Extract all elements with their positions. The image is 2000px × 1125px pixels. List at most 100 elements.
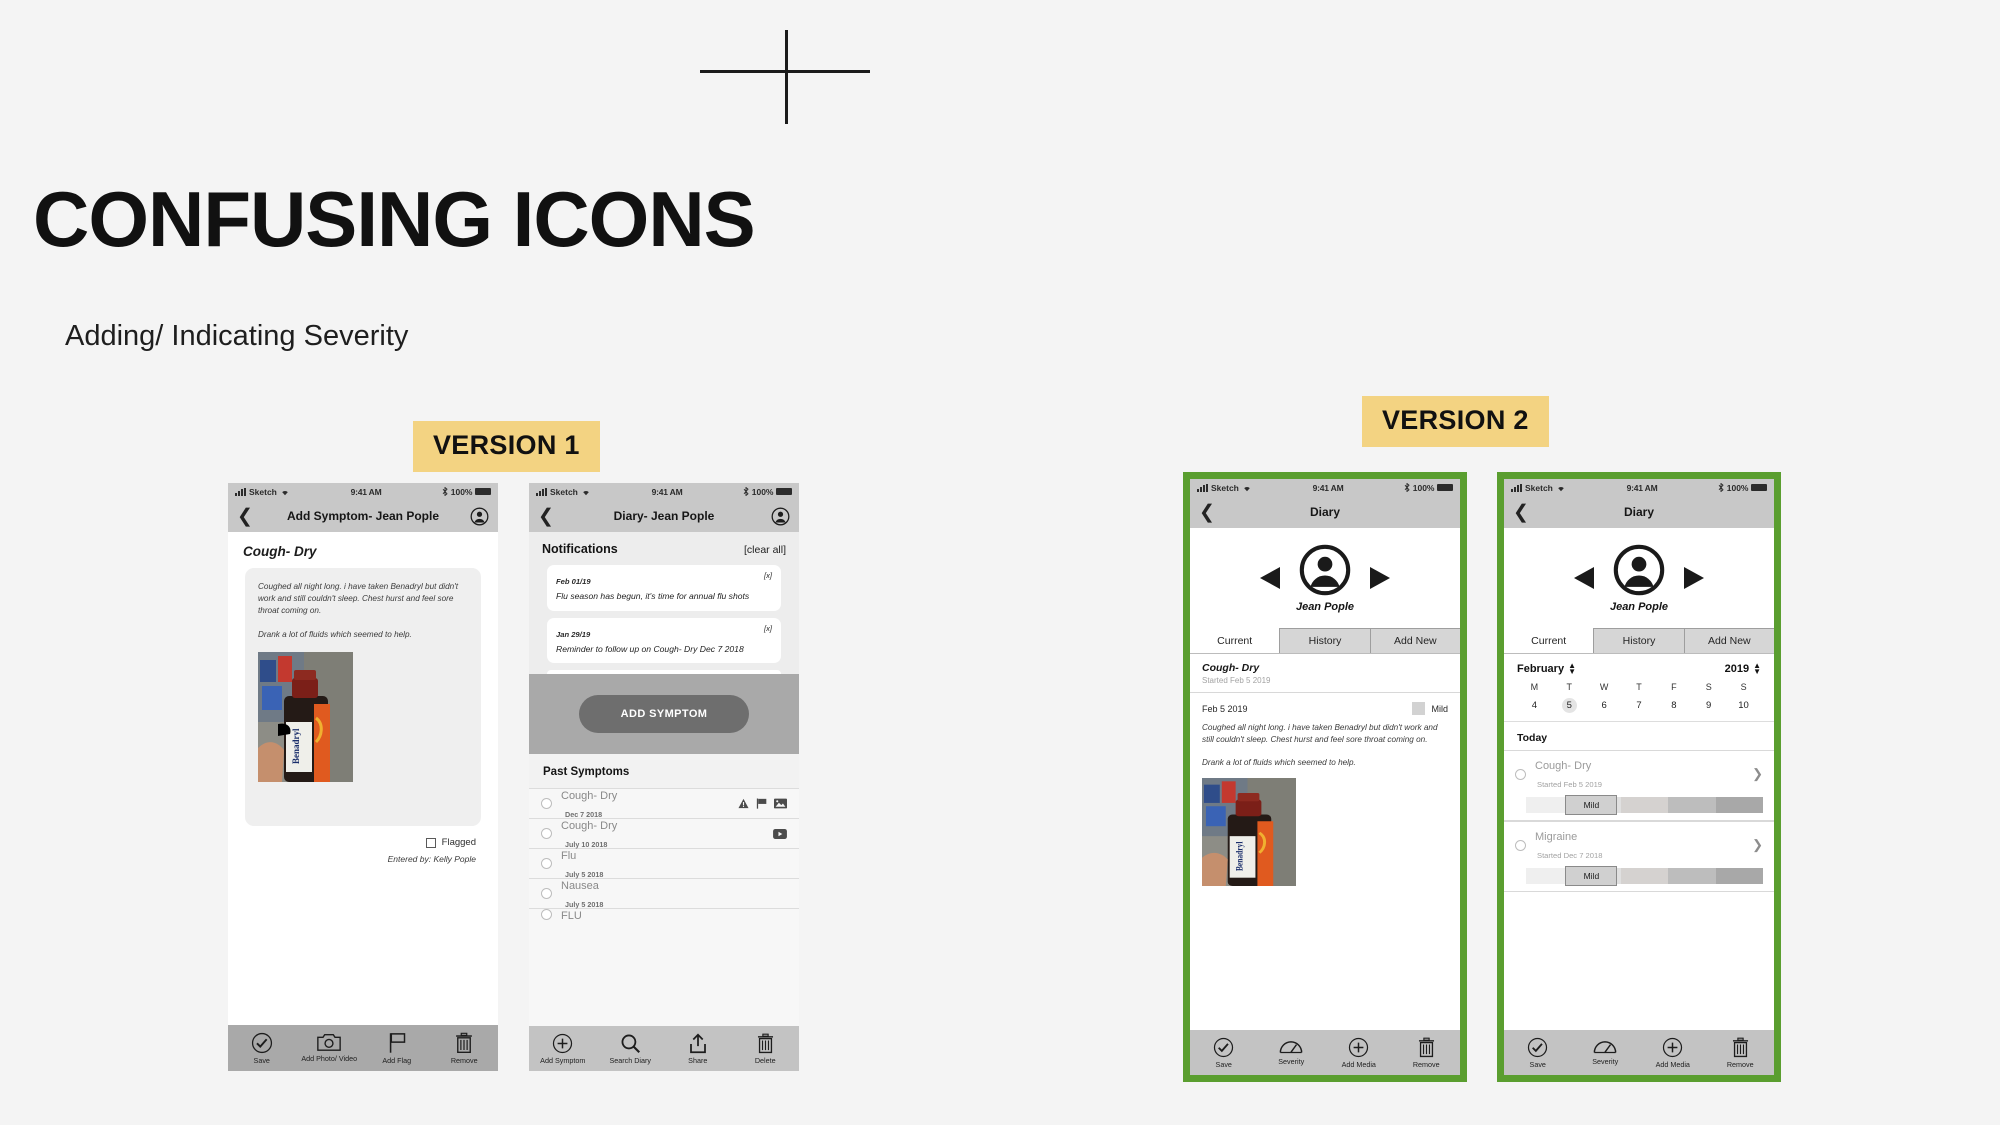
toolbar-item-add-photo-video[interactable]: Add Photo/ Video bbox=[296, 1032, 364, 1065]
calendar-day[interactable]: 8 bbox=[1656, 696, 1691, 715]
select-radio[interactable] bbox=[1515, 839, 1526, 851]
notification-card[interactable]: Feb 01/19 [x] Flu season has begun, it's… bbox=[547, 565, 781, 611]
toolbar-item-add-symptom[interactable]: Add Symptom bbox=[529, 1033, 597, 1065]
toolbar-item-save[interactable]: Save bbox=[228, 1032, 296, 1065]
tab-bar: Current History Add New bbox=[1190, 628, 1460, 654]
tab-add-new[interactable]: Add New bbox=[1369, 628, 1460, 653]
notification-card-partial[interactable] bbox=[547, 670, 781, 674]
list-item[interactable]: Flu July 5 2018 bbox=[529, 848, 799, 879]
list-item[interactable]: FLU bbox=[529, 908, 799, 920]
severity-scale[interactable]: Mild bbox=[1526, 866, 1764, 886]
avatar[interactable] bbox=[1613, 544, 1665, 596]
flagged-label: Flagged bbox=[441, 837, 476, 848]
tab-current[interactable]: Current bbox=[1190, 628, 1280, 653]
dismiss-notification-button[interactable]: [x] bbox=[764, 624, 772, 633]
next-patient-arrow-icon[interactable] bbox=[1682, 565, 1706, 591]
add-symptom-button[interactable]: ADD SYMPTOM bbox=[579, 695, 749, 733]
account-avatar-icon[interactable] bbox=[771, 507, 790, 526]
severity-segment[interactable] bbox=[1715, 797, 1764, 813]
previous-patient-arrow-icon[interactable] bbox=[1258, 565, 1282, 591]
chevron-right-icon[interactable]: ❯ bbox=[1752, 766, 1763, 782]
toolbar-item-add-media[interactable]: Add Media bbox=[1325, 1037, 1393, 1069]
flagged-checkbox[interactable] bbox=[425, 837, 436, 848]
attached-photo[interactable]: Benadryl bbox=[1202, 777, 1296, 886]
tab-history[interactable]: History bbox=[1593, 628, 1684, 653]
notification-card[interactable]: Jan 29/19 [x] Reminder to follow up on C… bbox=[547, 617, 781, 664]
toolbar-item-add-media[interactable]: Add Media bbox=[1639, 1037, 1707, 1069]
tab-history[interactable]: History bbox=[1279, 628, 1370, 653]
account-avatar-icon[interactable] bbox=[470, 507, 489, 526]
signal-bars-icon bbox=[536, 487, 547, 496]
severity-segment[interactable] bbox=[1715, 868, 1764, 884]
attached-photo[interactable]: Benadryl bbox=[258, 651, 353, 782]
chevron-right-icon[interactable]: ❯ bbox=[1752, 837, 1763, 853]
flag-icon[interactable] bbox=[756, 798, 767, 809]
back-icon[interactable]: ❮ bbox=[1513, 503, 1529, 522]
entry-severity[interactable]: Mild bbox=[1412, 702, 1448, 715]
status-bar-right: 100% bbox=[1718, 483, 1767, 493]
video-icon[interactable] bbox=[773, 828, 787, 839]
month-selector[interactable]: February ▲ ▼ bbox=[1517, 662, 1576, 676]
tab-add-new[interactable]: Add New bbox=[1683, 628, 1774, 653]
toolbar-item-remove[interactable]: Remove bbox=[1393, 1037, 1461, 1069]
avatar[interactable] bbox=[1299, 544, 1351, 596]
select-radio[interactable] bbox=[541, 888, 552, 899]
warning-icon[interactable] bbox=[738, 798, 749, 809]
select-radio[interactable] bbox=[541, 828, 552, 839]
toolbar-item-severity[interactable]: Severity bbox=[1572, 1037, 1640, 1069]
toolbar-item-search-diary[interactable]: Search Diary bbox=[597, 1033, 665, 1065]
select-radio[interactable] bbox=[541, 798, 552, 809]
back-icon[interactable]: ❮ bbox=[1199, 503, 1215, 522]
patient-avatar-block: Jean Pople bbox=[1296, 544, 1354, 613]
list-item[interactable]: Cough- Dry July 10 2018 bbox=[529, 818, 799, 849]
year-selector[interactable]: 2019 ▲ ▼ bbox=[1725, 662, 1761, 676]
back-icon[interactable]: ❮ bbox=[237, 507, 253, 526]
dismiss-notification-button[interactable]: [x] bbox=[764, 571, 772, 580]
calendar-day[interactable]: 7 bbox=[1622, 696, 1657, 715]
list-item[interactable]: Nausea July 5 2018 bbox=[529, 878, 799, 909]
previous-patient-arrow-icon[interactable] bbox=[1572, 565, 1596, 591]
image-icon[interactable] bbox=[774, 798, 787, 809]
calendar-day-selected[interactable]: 5 bbox=[1552, 696, 1587, 715]
calendar-day-number: 5 bbox=[1561, 698, 1577, 713]
severity-scale[interactable]: Mild bbox=[1526, 795, 1764, 815]
severity-segment[interactable] bbox=[1620, 868, 1669, 884]
severity-segment[interactable] bbox=[1668, 868, 1716, 884]
select-radio[interactable] bbox=[541, 909, 552, 920]
select-radio[interactable] bbox=[1515, 768, 1526, 780]
toolbar-label: Add Flag bbox=[382, 1055, 412, 1065]
next-patient-arrow-icon[interactable] bbox=[1368, 565, 1392, 591]
toolbar-item-share[interactable]: Share bbox=[664, 1033, 732, 1065]
list-item[interactable]: Cough- Dry Started Feb 5 2019 ❯ Mild bbox=[1504, 750, 1774, 821]
calendar-day[interactable]: 10 bbox=[1726, 696, 1761, 715]
calendar-day[interactable]: 9 bbox=[1691, 696, 1726, 715]
toolbar-item-severity[interactable]: Severity bbox=[1258, 1037, 1326, 1069]
toolbar-item-remove[interactable]: Remove bbox=[431, 1032, 499, 1065]
select-radio[interactable] bbox=[541, 858, 552, 869]
note-paragraph: Coughed all night long. i have taken Ben… bbox=[1202, 723, 1438, 744]
flagged-row[interactable]: Flagged bbox=[228, 826, 498, 848]
tab-current[interactable]: Current bbox=[1504, 628, 1594, 653]
clear-all-button[interactable]: [clear all] bbox=[744, 544, 786, 556]
severity-selected-label[interactable]: Mild bbox=[1565, 866, 1618, 886]
calendar-day[interactable]: 4 bbox=[1517, 696, 1552, 715]
nav-bar: ❮ Diary bbox=[1190, 496, 1460, 528]
toolbar-item-save[interactable]: Save bbox=[1190, 1037, 1258, 1069]
toolbar-item-remove[interactable]: Remove bbox=[1707, 1037, 1775, 1069]
signal-bars-icon bbox=[1197, 483, 1208, 492]
list-item[interactable]: Cough- Dry Dec 7 2018 bbox=[529, 788, 799, 819]
status-bar: Sketch 9:41 AM 100% bbox=[1504, 479, 1774, 496]
plus-vertical-bar bbox=[785, 30, 788, 124]
toolbar-item-add-flag[interactable]: Add Flag bbox=[363, 1032, 431, 1065]
plus-circle-icon bbox=[1663, 1037, 1683, 1057]
severity-segment[interactable] bbox=[1620, 797, 1669, 813]
back-icon[interactable]: ❮ bbox=[538, 507, 554, 526]
toolbar-item-save[interactable]: Save bbox=[1504, 1037, 1572, 1069]
symptom-name: Migraine bbox=[1535, 831, 1578, 843]
severity-segment[interactable] bbox=[1668, 797, 1716, 813]
list-item[interactable]: Migraine Started Dec 7 2018 ❯ Mild bbox=[1504, 821, 1774, 892]
calendar-day[interactable]: 6 bbox=[1587, 696, 1622, 715]
severity-selected-label[interactable]: Mild bbox=[1565, 795, 1618, 815]
toolbar-item-delete[interactable]: Delete bbox=[732, 1033, 800, 1065]
battery-percent-label: 100% bbox=[1726, 482, 1749, 493]
